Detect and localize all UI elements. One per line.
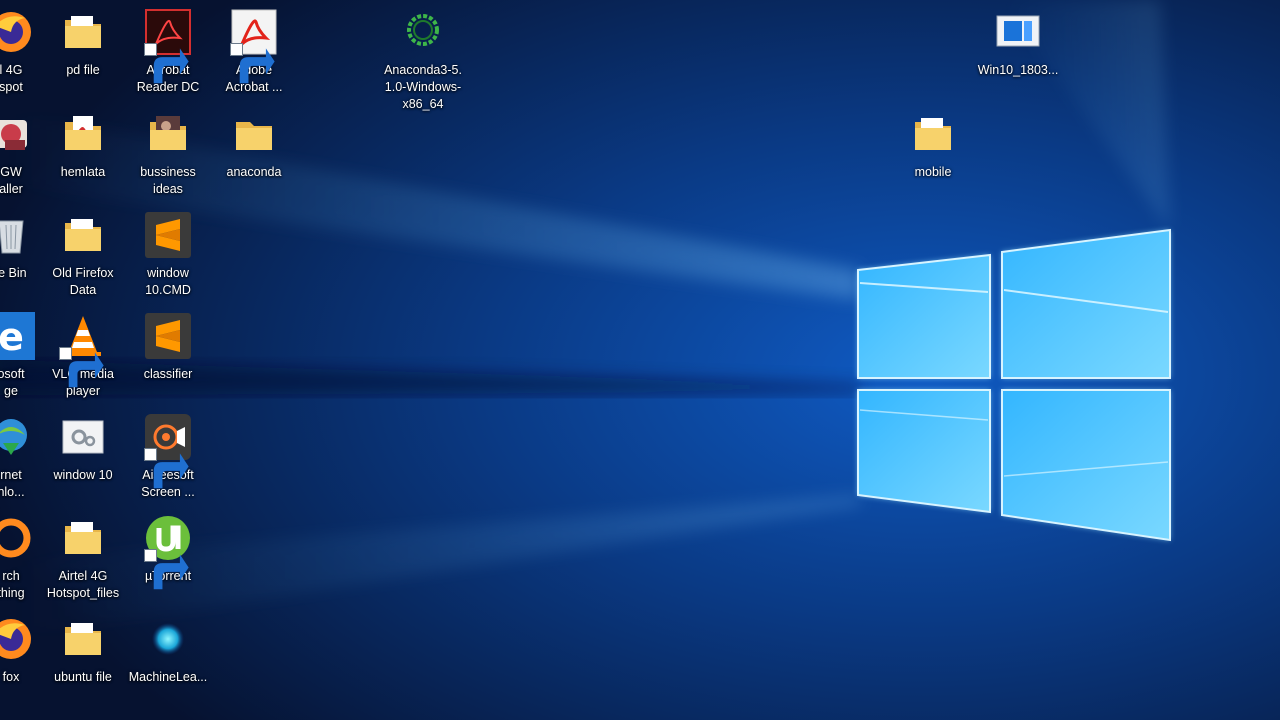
firefox-icon — [0, 8, 35, 56]
svg-text:e: e — [0, 315, 24, 359]
desktop-icon-anaconda-installer[interactable]: Anaconda3-5. 1.0-Windows- x86_64 — [381, 8, 465, 113]
sublime-text-icon — [144, 312, 192, 360]
desktop-icon-label: Old Firefox Data — [52, 266, 114, 297]
desktop-icon-label: MachineLea... — [128, 670, 208, 684]
adobe-acrobat-icon — [230, 8, 278, 84]
edge-icon: e — [0, 312, 35, 360]
desktop-icon-label: anaconda — [226, 165, 282, 179]
shortcut-arrow-icon — [59, 347, 104, 388]
folder-icon — [59, 615, 107, 663]
machine-learning-icon — [144, 615, 192, 663]
folder-icon — [59, 8, 107, 56]
desktop-icon-label: Airtel 4G Hotspot_files — [46, 569, 120, 600]
settings-file-icon — [59, 413, 107, 461]
aiseesoft-recorder-icon — [144, 413, 192, 489]
shortcut-arrow-icon — [144, 448, 189, 489]
shortcut-arrow-icon — [144, 549, 189, 590]
desktop-icon-utorrent[interactable]: µTorrent — [126, 514, 210, 590]
desktop-icon-label: pd file — [66, 63, 100, 77]
desktop-icon-mobile[interactable]: mobile — [891, 110, 975, 181]
desktop-icon-window-10-cmd[interactable]: window 10.CMD — [126, 211, 210, 299]
desktop-icon-bussiness-ideas[interactable]: bussiness ideas — [126, 110, 210, 198]
desktop-icon-ubuntu-file[interactable]: ubuntu file — [41, 615, 125, 686]
recycle-bin-icon — [0, 211, 35, 259]
desktop-icon-anaconda[interactable]: anaconda — [212, 110, 296, 181]
desktop-icon-label: Anaconda3-5. 1.0-Windows- x86_64 — [384, 63, 462, 111]
desktop-icon-label: classifier — [143, 367, 193, 381]
anaconda-installer-icon — [399, 8, 447, 56]
sublime-text-icon — [144, 211, 192, 259]
desktop-icon-machine-learning[interactable]: MachineLea... — [126, 615, 210, 686]
utorrent-icon — [144, 514, 192, 590]
desktop-icon-label: window 10.CMD — [145, 266, 191, 297]
desktop-icon-win10-iso[interactable]: Win10_1803... — [976, 8, 1060, 79]
folder-icon — [909, 110, 957, 158]
everything-search-icon — [0, 514, 35, 562]
shortcut-arrow-icon — [144, 43, 189, 84]
desktop-icon-label: Win10_1803... — [977, 63, 1059, 77]
firefox-icon — [0, 615, 35, 663]
desktop-icon-airtel-4g-hotspot-files[interactable]: Airtel 4G Hotspot_files — [41, 514, 125, 602]
folder-icon — [59, 514, 107, 562]
desktop-icon-label: bussiness ideas — [140, 165, 196, 196]
desktop-icon-aiseesoft-screen[interactable]: Aiseesoft Screen ... — [126, 413, 210, 501]
internet-download-manager-icon — [0, 413, 35, 461]
vlc-icon — [59, 312, 107, 388]
desktop-icon-label: mobile — [914, 165, 952, 179]
folder-photo-icon — [144, 110, 192, 158]
desktop-icon-label: ubuntu file — [54, 670, 112, 684]
desktop-icon-old-firefox-data[interactable]: Old Firefox Data — [41, 211, 125, 299]
acrobat-reader-icon — [144, 8, 192, 84]
folder-icon — [59, 211, 107, 259]
desktop-icon-classifier[interactable]: classifier — [126, 312, 210, 383]
desktop[interactable]: l 4G spot GW aller le Bin e osoft ge rne… — [0, 0, 1280, 720]
desktop-icon-acrobat-reader-dc[interactable]: Acrobat Reader DC — [126, 8, 210, 96]
folder-icon — [230, 110, 278, 158]
mingw-installer-icon — [0, 110, 35, 158]
desktop-icon-pd-file[interactable]: pd file — [41, 8, 125, 79]
desktop-icon-adobe-acrobat[interactable]: Adobe Acrobat ... — [212, 8, 296, 96]
desktop-icon-hemlata[interactable]: hemlata — [41, 110, 125, 181]
desktop-icon-label: window 10 — [53, 468, 113, 482]
iso-file-icon — [994, 8, 1042, 56]
shortcut-arrow-icon — [230, 43, 275, 84]
desktop-icon-label: hemlata — [60, 165, 106, 179]
folder-pdf-icon — [59, 110, 107, 158]
desktop-icon-vlc-media-player[interactable]: VLC media player — [41, 312, 125, 400]
desktop-icon-window-10[interactable]: window 10 — [41, 413, 125, 484]
